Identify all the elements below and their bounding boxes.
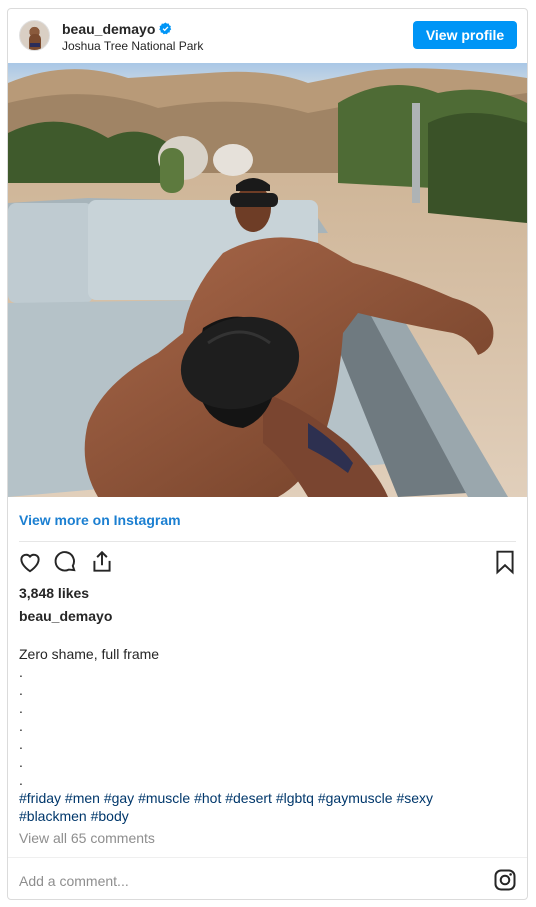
view-profile-button[interactable]: View profile — [413, 21, 517, 49]
view-more-link[interactable]: View more on Instagram — [19, 512, 181, 528]
share-icon[interactable] — [89, 549, 115, 575]
caption: Zero shame, full frame . . . . . . . #fr… — [19, 645, 509, 825]
photo-man-on-couch-desert — [8, 63, 527, 497]
caption-dot: . — [19, 772, 23, 788]
action-bar — [8, 549, 527, 579]
caption-dot: . — [19, 736, 23, 752]
username-row[interactable]: beau_demayo — [62, 21, 172, 37]
instagram-icon[interactable] — [493, 868, 517, 892]
caption-dots: . . . . . . . — [19, 663, 509, 789]
post-image[interactable] — [8, 63, 527, 497]
avatar[interactable] — [19, 20, 50, 51]
comment-icon[interactable] — [52, 549, 78, 575]
caption-dot: . — [19, 682, 23, 698]
username[interactable]: beau_demayo — [62, 21, 155, 37]
add-comment-input[interactable]: Add a comment... — [19, 873, 129, 889]
heart-icon[interactable] — [17, 549, 43, 575]
hashtags-line-1[interactable]: #friday #men #gay #muscle #hot #desert #… — [19, 789, 509, 807]
hashtags-line-2[interactable]: #blackmen #body — [19, 807, 509, 825]
bookmark-icon[interactable] — [492, 549, 518, 575]
view-all-comments-link[interactable]: View all 65 comments — [19, 830, 155, 846]
caption-username[interactable]: beau_demayo — [19, 608, 112, 624]
caption-dot: . — [19, 718, 23, 734]
divider — [19, 541, 516, 542]
divider — [8, 857, 527, 858]
caption-text: Zero shame, full frame — [19, 646, 160, 662]
post-header: beau_demayo Joshua Tree National Park Vi… — [8, 9, 527, 63]
verified-badge-icon — [159, 22, 172, 35]
caption-dot: . — [19, 664, 23, 680]
likes-count[interactable]: 3,848 likes — [19, 585, 89, 601]
instagram-embed-card: beau_demayo Joshua Tree National Park Vi… — [7, 8, 528, 900]
location-link[interactable]: Joshua Tree National Park — [62, 39, 203, 53]
caption-dot: . — [19, 700, 23, 716]
caption-dot: . — [19, 754, 23, 770]
